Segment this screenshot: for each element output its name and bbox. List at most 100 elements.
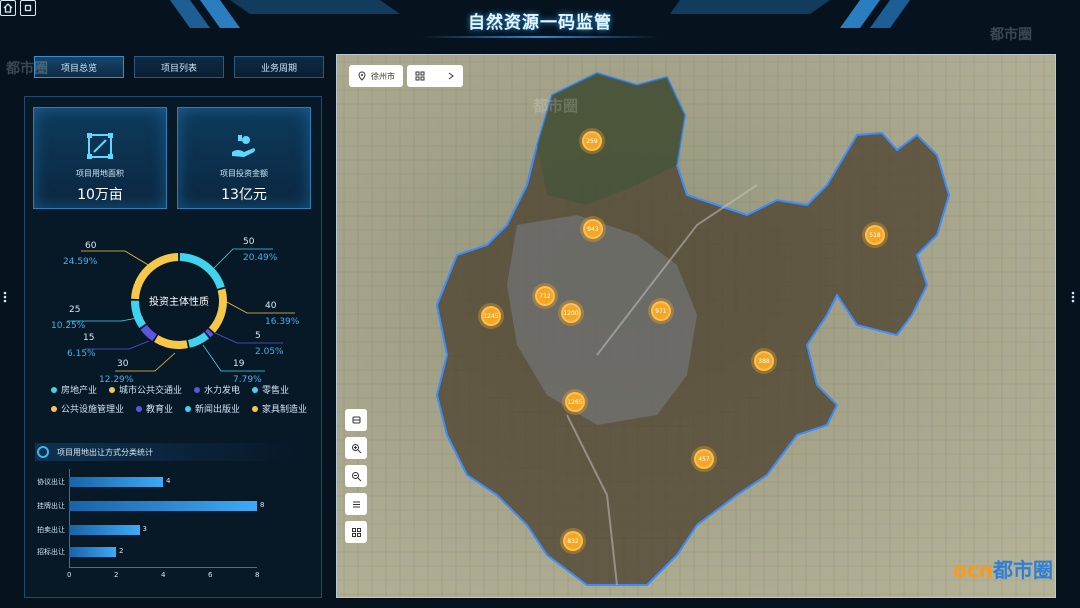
card-label: 项目投资金额 xyxy=(220,169,268,178)
legend-dot xyxy=(51,386,57,393)
bar-value: 3 xyxy=(142,525,147,533)
donut-pct: 6.15% xyxy=(67,349,96,359)
donut-slice[interactable] xyxy=(187,332,210,348)
map-tool-layers[interactable] xyxy=(345,409,367,431)
legend-item[interactable]: 教育业 xyxy=(136,402,173,415)
donut-value: 40 xyxy=(265,301,277,311)
bar[interactable] xyxy=(69,477,163,487)
legend-item[interactable]: 城市公共交通业 xyxy=(109,383,182,396)
donut-pct: 2.05% xyxy=(255,347,284,357)
x-tick: 2 xyxy=(114,571,119,579)
zoom-out-icon xyxy=(351,471,361,481)
bus-icon xyxy=(352,416,360,423)
legend-label: 零售业 xyxy=(262,386,290,396)
zoom-in-icon xyxy=(351,443,361,453)
tab-business-cycle[interactable]: 业务周期 xyxy=(234,56,324,78)
header: 自然资源一码监管 xyxy=(0,0,1080,44)
title-underline xyxy=(420,36,660,38)
donut-slice[interactable] xyxy=(179,253,225,290)
legend-item[interactable]: 水力发电 xyxy=(194,383,240,396)
x-tick: 8 xyxy=(255,571,260,579)
legend-dot xyxy=(185,405,192,412)
bar[interactable] xyxy=(69,547,116,557)
side-indicator-right xyxy=(1070,288,1076,303)
cluster-marker[interactable]: 832 xyxy=(563,531,583,551)
legend-dot xyxy=(51,405,57,412)
zoom-out-button[interactable] xyxy=(345,465,367,487)
brand-logo: ocn都市圈 xyxy=(953,554,1053,583)
brand-logo-text: 都市圈 xyxy=(993,558,1053,582)
donut-center-label: 投资主体性质 xyxy=(149,297,209,308)
legend-label: 教育业 xyxy=(146,405,174,415)
bar-row: 拍卖出让 3 xyxy=(25,523,323,537)
legend-item[interactable]: 家具制造业 xyxy=(252,402,307,415)
cluster-marker[interactable]: 1265 xyxy=(565,392,585,412)
legend-label: 家具制造业 xyxy=(262,405,308,415)
donut-value: 30 xyxy=(117,359,129,369)
legend-item[interactable]: 公共设施管理业 xyxy=(51,402,124,415)
brand-logo-mark: ocn xyxy=(953,558,993,582)
layer-switch-button[interactable] xyxy=(407,65,463,87)
card-value: 13亿元 xyxy=(221,187,267,203)
legend-item[interactable]: 零售业 xyxy=(252,383,289,396)
donut-value: 5 xyxy=(255,331,261,341)
donut-slice[interactable] xyxy=(154,335,188,349)
cluster-marker[interactable]: 1245 xyxy=(481,306,501,326)
legend-item[interactable]: 房地产业 xyxy=(51,383,97,396)
area-icon xyxy=(87,133,113,159)
location-selector[interactable]: 徐州市 xyxy=(349,65,403,87)
location-label: 徐州市 xyxy=(371,71,395,81)
list-icon xyxy=(352,501,360,507)
list-button[interactable] xyxy=(345,493,367,515)
legend-dot xyxy=(109,386,116,393)
page-title: 自然资源一码监管 xyxy=(468,13,612,33)
investment-icon xyxy=(232,135,255,157)
map-region-overlay xyxy=(337,55,1055,597)
tab-bar: 项目总览 项目列表 业务周期 xyxy=(34,56,324,78)
cluster-marker[interactable]: 712 xyxy=(535,286,555,306)
donut-chart: 投资主体性质 50 20.49% 40 16.39% 5 2.05% 19 7.… xyxy=(25,233,323,391)
bar-row: 挂牌出让 8 xyxy=(25,499,323,513)
section-title-text: 项目用地出让方式分类统计 xyxy=(57,447,153,457)
bar-row: 招标出让 2 xyxy=(25,545,323,559)
bar-section-title: 项目用地出让方式分类统计 xyxy=(35,443,301,461)
legend-item[interactable]: 新闻出版业 xyxy=(185,402,240,415)
legend-dot xyxy=(136,405,143,412)
location-pin-icon xyxy=(358,71,366,81)
grid-icon xyxy=(351,527,361,537)
legend-dot xyxy=(252,386,259,393)
cluster-marker[interactable]: 457 xyxy=(694,449,714,469)
donut-pct: 20.49% xyxy=(243,253,278,263)
zoom-in-button[interactable] xyxy=(345,437,367,459)
cluster-marker[interactable]: 259 xyxy=(582,131,602,151)
bar-value: 8 xyxy=(260,501,265,509)
cluster-marker[interactable]: 943 xyxy=(583,219,603,239)
bar-row: 协议出让 4 xyxy=(25,475,323,489)
donut-pct: 10.25% xyxy=(51,321,86,331)
cluster-marker[interactable]: 518 xyxy=(865,225,885,245)
tab-project-list[interactable]: 项目列表 xyxy=(134,56,224,78)
cluster-marker[interactable]: 388 xyxy=(754,351,774,371)
donut-value: 50 xyxy=(243,237,255,247)
grid-button[interactable] xyxy=(345,521,367,543)
card-label: 项目用地面积 xyxy=(76,169,124,178)
leader-line xyxy=(85,340,150,350)
x-tick: 6 xyxy=(208,571,213,579)
legend-label: 房地产业 xyxy=(61,386,98,396)
x-tick: 4 xyxy=(161,571,166,579)
satellite-map[interactable]: 徐州市 259 943 518 712 1200 971 1245 388 12… xyxy=(336,54,1056,598)
donut-slice[interactable] xyxy=(140,324,157,341)
cluster-marker[interactable]: 1200 xyxy=(561,303,581,323)
x-tick: 0 xyxy=(67,571,72,579)
bar[interactable] xyxy=(69,525,140,535)
bar[interactable] xyxy=(69,501,257,511)
left-panel: 项目用地面积 10万亩 项目投资金额 13亿元 投资主体性质 50 20.49%… xyxy=(24,96,322,598)
legend-label: 城市公共交通业 xyxy=(119,386,183,396)
donut-value: 15 xyxy=(83,333,95,343)
legend-dot xyxy=(252,405,259,412)
legend-dot xyxy=(194,386,201,393)
donut-pct: 16.39% xyxy=(265,317,300,327)
cluster-marker[interactable]: 971 xyxy=(651,301,671,321)
donut-legend: 房地产业 城市公共交通业 水力发电 零售业 公共设施管理业 教育业 新闻出版业 … xyxy=(51,383,321,421)
section-ring-icon xyxy=(37,446,49,458)
